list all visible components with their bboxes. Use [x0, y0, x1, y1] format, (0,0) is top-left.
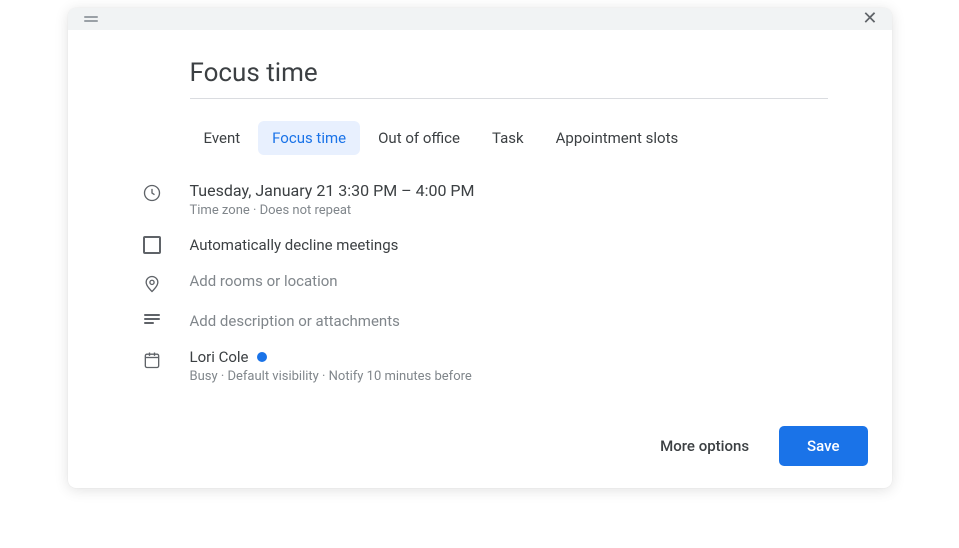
checkbox-icon[interactable] — [132, 236, 172, 254]
drag-handle-icon[interactable] — [84, 16, 98, 22]
event-title-input[interactable]: Focus time — [190, 58, 828, 99]
calendar-owner-row[interactable]: Lori Cole — [190, 348, 828, 366]
description-icon — [132, 312, 172, 324]
dialog-content: Focus time Event Focus time Out of offic… — [68, 30, 892, 426]
event-type-tabs: Event Focus time Out of office Task Appo… — [190, 121, 828, 155]
datetime-primary[interactable]: Tuesday, January 21 3:30 PM – 4:00 PM — [190, 181, 828, 200]
auto-decline-row[interactable]: Automatically decline meetings — [132, 236, 828, 254]
location-row[interactable]: Add rooms or location — [132, 272, 828, 294]
tab-appointment-slots[interactable]: Appointment slots — [542, 121, 693, 155]
datetime-body: Tuesday, January 21 3:30 PM – 4:00 PM Ti… — [190, 181, 828, 218]
tab-focus-time[interactable]: Focus time — [258, 121, 360, 155]
dialog-footer: More options Save — [68, 426, 892, 488]
datetime-row[interactable]: Tuesday, January 21 3:30 PM – 4:00 PM Ti… — [132, 181, 828, 218]
tab-event[interactable]: Event — [190, 121, 255, 155]
tab-task[interactable]: Task — [478, 121, 538, 155]
event-create-dialog: ✕ Focus time Event Focus time Out of off… — [68, 8, 892, 488]
description-placeholder[interactable]: Add description or attachments — [190, 312, 828, 330]
calendar-meta[interactable]: Busy · Default visibility · Notify 10 mi… — [190, 369, 828, 384]
more-options-button[interactable]: More options — [648, 427, 761, 465]
calendar-owner: Lori Cole — [190, 348, 249, 366]
location-pin-icon — [132, 272, 172, 294]
clock-icon — [132, 181, 172, 203]
calendar-body: Lori Cole Busy · Default visibility · No… — [190, 348, 828, 384]
description-row[interactable]: Add description or attachments — [132, 312, 828, 330]
datetime-secondary[interactable]: Time zone · Does not repeat — [190, 203, 828, 218]
dialog-titlebar: ✕ — [68, 8, 892, 30]
calendar-icon — [132, 348, 172, 370]
auto-decline-label: Automatically decline meetings — [190, 236, 828, 254]
calendar-row[interactable]: Lori Cole Busy · Default visibility · No… — [132, 348, 828, 384]
calendar-color-dot — [257, 352, 267, 362]
location-placeholder[interactable]: Add rooms or location — [190, 272, 828, 290]
tab-out-of-office[interactable]: Out of office — [364, 121, 474, 155]
close-icon[interactable]: ✕ — [858, 8, 881, 30]
save-button[interactable]: Save — [779, 426, 867, 466]
